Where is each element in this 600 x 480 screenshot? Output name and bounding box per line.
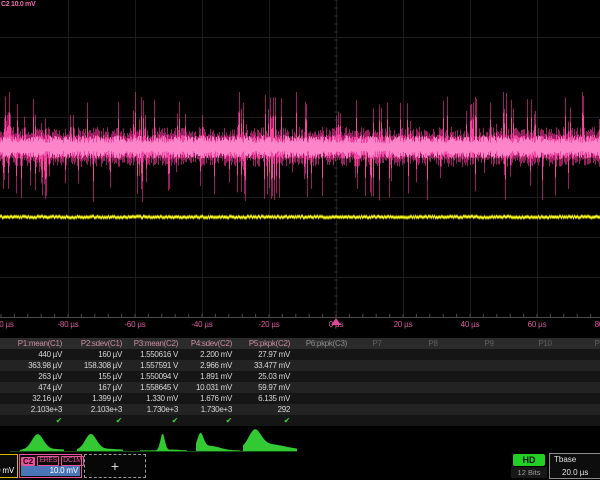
time-ruler: [0, 314, 600, 318]
timebase-label: Tbase: [554, 455, 576, 464]
time-axis-label: 80 µs: [595, 320, 600, 329]
measure-value-cell: 1.550616 V: [140, 349, 178, 360]
measure-value-cell: 6.135 mV: [258, 393, 290, 404]
measure-column-header[interactable]: P9: [484, 338, 493, 349]
measure-header-row: P1:mean(C1) P2:sdev(C1) P3:mean(C2) P4:sdev…: [0, 338, 600, 349]
time-axis-label: -40 µs: [191, 320, 212, 329]
measure-value-cell: 1.730e+3: [147, 404, 178, 415]
trace-label: C2 10.0 mV: [1, 1, 35, 8]
measure-value-cell: 1.891 mV: [200, 371, 232, 382]
c1-waveform-trace: [1, 214, 600, 220]
histicon: [77, 434, 123, 451]
histicon: [140, 434, 187, 451]
time-axis-label: 20 µs: [394, 320, 413, 329]
c1-scale-value: 10.0 mV: [0, 466, 16, 476]
measure-value-cell: 160 µV: [98, 349, 122, 360]
channel-descriptor-c1[interactable]: C1DC1M 10.0 mV: [0, 454, 18, 478]
measure-column-header[interactable]: P4:sdev(C2): [191, 338, 232, 349]
measure-value-cell: 1.330 mV: [146, 393, 178, 404]
time-axis-label: 0 µs: [329, 320, 343, 329]
histicons: [10, 429, 297, 452]
measure-value-cell: 27.97 mV: [258, 349, 290, 360]
histicon: [20, 434, 64, 451]
channel-id-badge: C2: [21, 457, 35, 466]
measure-value-cell: 158.308 µV: [84, 360, 122, 371]
histicon: [243, 429, 297, 451]
measure-value-cell: 10.031 mV: [196, 382, 232, 393]
measure-column-header[interactable]: P1:mean(C1): [18, 338, 62, 349]
time-axis-label: -80 µs: [57, 320, 78, 329]
measure-value-cell: 2.103e+3: [31, 404, 62, 415]
measure-row: 363.98 µV 158.308 µV 1.557591 V 2.966 mV 33.…: [0, 360, 600, 371]
time-axis-label: 60 µs: [528, 320, 547, 329]
measure-row: ✔ ✔ ✔ ✔ ✔: [0, 415, 600, 426]
measure-value-cell: 25.03 mV: [258, 371, 290, 382]
measure-value-cell: 440 µV: [38, 349, 62, 360]
measure-value-cell: 263 µV: [38, 371, 62, 382]
measure-value-cell: 2.966 mV: [200, 360, 232, 371]
measure-value-cell: 1.730e+3: [201, 404, 232, 415]
measure-column-header[interactable]: P7: [372, 338, 381, 349]
c2-scale-value: 10.0 mV: [21, 466, 80, 476]
c2-waveform-trace: [1, 92, 600, 202]
measure-value-cell: 474 µV: [38, 382, 62, 393]
time-axis-label: -20 µs: [258, 320, 279, 329]
time-axis-label: -60 µs: [124, 320, 145, 329]
measure-value-cell: 1.558645 V: [140, 382, 178, 393]
measure-column-header[interactable]: P11: [595, 338, 600, 349]
measure-column-header[interactable]: P3:mean(C2): [134, 338, 178, 349]
measure-value-cell: 1.676 mV: [200, 393, 232, 404]
measure-value-cell: 363.98 µV: [28, 360, 62, 371]
measure-row: 440 µV 160 µV 1.550616 V 2.200 mV 27.97 mV: [0, 349, 600, 360]
measure-status-check: ✔: [116, 415, 122, 426]
measure-value-cell: 1.399 µV: [92, 393, 122, 404]
channel-coupling-badge: ERES: [37, 456, 59, 466]
measure-column-header[interactable]: P5:pkpk(C2): [249, 338, 290, 349]
measure-value-cell: 59.97 mV: [258, 382, 290, 393]
time-axis-label: 40 µs: [461, 320, 480, 329]
measure-value-cell: 1.550094 V: [140, 371, 178, 382]
oscilloscope-screen: C2 10.0 mV -100 µs -80 µs -60 µs -40 µs -20 …: [0, 0, 600, 480]
measure-value-cell: 2.103e+3: [91, 404, 122, 415]
measure-value-cell: 33.477 mV: [254, 360, 290, 371]
measure-value-cell: 32.16 µV: [32, 393, 62, 404]
time-axis-label: -100 µs: [0, 320, 14, 329]
channel-coupling-badge: DC1M: [61, 456, 84, 466]
measure-status-check: ✔: [172, 415, 178, 426]
measure-value-cell: 2.200 mV: [200, 349, 232, 360]
measure-row: 474 µV 167 µV 1.558645 V 10.031 mV 59.97 mV: [0, 382, 600, 393]
measure-column-header[interactable]: P2:sdev(C1): [81, 338, 122, 349]
timebase-descriptor[interactable]: Tbase 20.0 µs: [549, 453, 600, 479]
channel-descriptor-c2[interactable]: C2ERESDC1M 10.0 mV: [19, 454, 82, 478]
measure-value-cell: 1.557591 V: [140, 360, 178, 371]
measure-value-cell: 292: [278, 404, 290, 415]
measure-value-cell: 167 µV: [98, 382, 122, 393]
measure-row: 32.16 µV 1.399 µV 1.330 mV 1.676 mV 6.135 mV: [0, 393, 600, 404]
measure-status-check: ✔: [284, 415, 290, 426]
measure-column-header[interactable]: P6:pkpk(C3): [306, 338, 347, 349]
timebase-value: 20.0 µs: [562, 468, 588, 477]
measure-value-cell: 155 µV: [98, 371, 122, 382]
measure-status-check: ✔: [56, 415, 62, 426]
measure-column-header[interactable]: P8: [428, 338, 437, 349]
hd-badge[interactable]: HD: [513, 454, 545, 466]
hd-bits-label: 12 Bits: [511, 467, 547, 478]
measure-row: 263 µV 155 µV 1.550094 V 1.891 mV 25.03 mV: [0, 371, 600, 382]
histicon: [196, 433, 240, 451]
time-axis: -100 µs -80 µs -60 µs -40 µs -20 µs 0 µs 20 µs…: [0, 318, 600, 332]
add-trace-button[interactable]: +: [84, 454, 146, 478]
measure-column-header[interactable]: P10: [538, 338, 551, 349]
measure-row: 2.103e+3 2.103e+3 1.730e+3 1.730e+3 292: [0, 404, 600, 415]
measure-status-check: ✔: [226, 415, 232, 426]
